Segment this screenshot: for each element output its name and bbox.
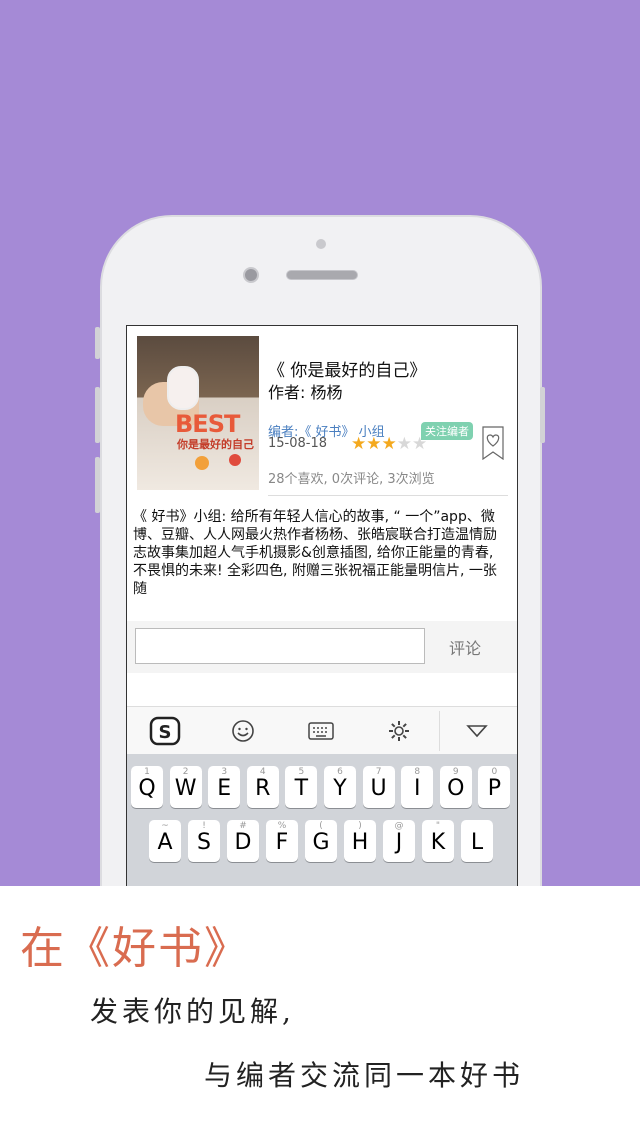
key-o[interactable]: 9O [439,766,472,808]
key-r[interactable]: 4R [246,766,279,808]
svg-text:S: S [159,722,172,743]
key-hint: 0 [491,767,498,777]
key-u[interactable]: 7U [362,766,395,808]
divider [268,495,508,496]
key-hint: 2 [182,767,189,777]
sensor-icon [316,239,326,249]
key-hint: @ [394,821,404,831]
emoji-icon[interactable] [225,713,261,749]
key-k[interactable]: " K [422,820,454,862]
cover-apple [229,454,241,466]
power-button [540,387,545,443]
key-hint: ~ [161,821,169,831]
key-hint: ) [358,821,362,831]
key-y[interactable]: 6Y [324,766,356,808]
front-camera-icon [243,267,259,283]
book-description: 《 好书》小组: 给所有年轻人信心的故事, “ 一个”app、微博、豆瓣、人人网… [133,509,497,597]
banner-line-2: 与编者交流同一本好书 [204,1059,525,1092]
settings-icon[interactable] [381,713,417,749]
key-i[interactable]: 8I [401,766,434,808]
key-hint: 4 [259,767,266,777]
key-q[interactable]: 1Q [131,766,163,808]
key-s[interactable]: ! S [188,820,220,862]
key-l[interactable]: L [461,820,493,862]
banner-line-1: 发表你的见解, [90,995,295,1028]
cover-best-text: BEST [175,410,240,438]
follow-editor-button[interactable]: 关注编者 [421,422,473,440]
key-f[interactable]: % F [266,820,298,862]
star-rating: ★★★★★ [351,434,427,454]
mute-switch [95,327,100,359]
sogou-logo-icon[interactable]: S [147,713,183,749]
key-j[interactable]: @ J [383,820,415,862]
banner-title: 在《好书》 [20,923,250,974]
book-cover[interactable]: BEST 你是最好的自己 [137,336,259,490]
key-hint: ! [202,821,206,831]
book-title: 《 你是最好的自己》 [268,361,427,381]
cover-face [167,366,199,410]
key-hint: " [435,821,441,831]
comment-bar: 评论 [127,621,517,673]
key-p[interactable]: 0P [478,766,511,808]
star-filled-icon: ★ [381,434,397,454]
star-empty-icon: ★ [396,434,412,454]
toolbar-separator [439,711,440,751]
book-stats: 28个喜欢, 0次评论, 3次浏览 [268,472,435,487]
key-t[interactable]: 5T [285,766,318,808]
key-hint: # [239,821,247,831]
book-author: 作者: 杨杨 [268,383,343,402]
key-hint: 5 [298,767,305,777]
volume-up-button [95,387,100,443]
star-filled-icon: ★ [351,434,367,454]
earpiece-speaker [286,270,358,280]
phone-frame: BEST 你是最好的自己 《 你是最好的自己》 作者: 杨杨 编者:《 好书》 … [95,215,545,995]
key-a[interactable]: ~ A [149,820,181,862]
key-hint: 8 [414,767,421,777]
cover-subtitle: 你是最好的自己 [177,438,254,451]
key-w[interactable]: 2W [169,766,202,808]
comment-input[interactable] [135,628,425,664]
promo-banner: 在《好书》 发表你的见解, 与编者交流同一本好书 [0,886,640,1136]
key-h[interactable]: ) H [344,820,376,862]
heart-bookmark-icon[interactable] [482,426,504,460]
key-hint: 7 [375,767,382,777]
publish-date: 15-08-18 [268,436,328,451]
key-g[interactable]: (G [305,820,337,862]
key-d[interactable]: # D [227,820,259,862]
key-e[interactable]: 3E [208,766,241,808]
key-hint: 3 [221,767,228,777]
cover-orange [195,456,209,470]
comment-submit-button[interactable]: 评论 [449,635,481,659]
key-hint: ( [319,821,323,831]
key-hint: 6 [337,767,343,777]
star-empty-icon: ★ [412,434,428,454]
collapse-keyboard-icon[interactable] [459,713,495,749]
star-filled-icon: ★ [366,434,382,454]
volume-down-button [95,457,100,513]
key-hint: % [277,821,287,831]
key-hint: 9 [452,767,459,777]
keyboard-icon[interactable] [303,713,339,749]
key-hint: 1 [144,767,150,777]
ime-toolbar: S [127,706,517,755]
